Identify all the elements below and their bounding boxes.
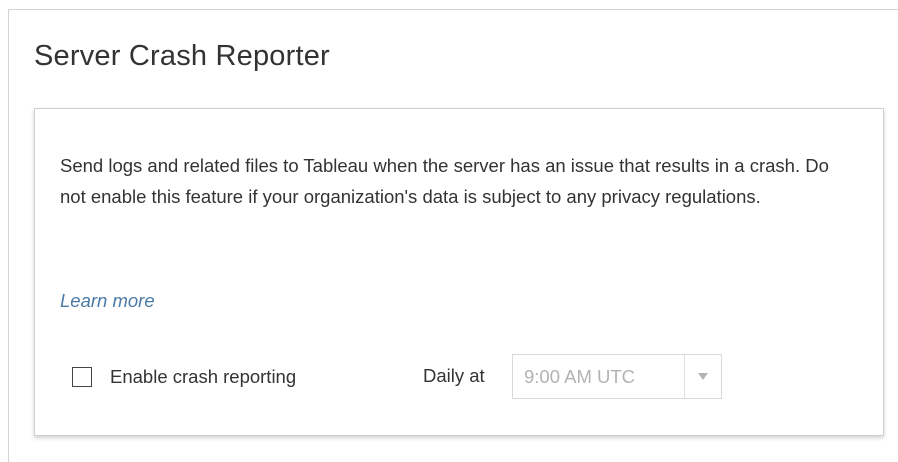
dropdown-arrow[interactable] — [684, 355, 721, 398]
enable-crash-reporting-checkbox[interactable] — [72, 367, 92, 387]
server-settings-page: Server Crash Reporter Send logs and rela… — [0, 0, 898, 462]
learn-more-link[interactable]: Learn more — [60, 290, 155, 312]
daily-at-label: Daily at — [423, 365, 485, 386]
section-title: Server Crash Reporter — [34, 40, 330, 72]
left-divider — [8, 9, 9, 462]
enable-crash-reporting-control[interactable]: Enable crash reporting — [72, 363, 296, 391]
top-divider — [8, 9, 898, 10]
crash-reporter-card: Send logs and related files to Tableau w… — [34, 108, 884, 436]
crash-reporter-description: Send logs and related files to Tableau w… — [60, 155, 829, 207]
schedule-time-value: 9:00 AM UTC — [524, 365, 636, 387]
chevron-down-icon — [698, 373, 708, 380]
schedule-time-select[interactable]: 9:00 AM UTC — [512, 354, 722, 399]
enable-crash-reporting-label[interactable]: Enable crash reporting — [110, 366, 296, 388]
